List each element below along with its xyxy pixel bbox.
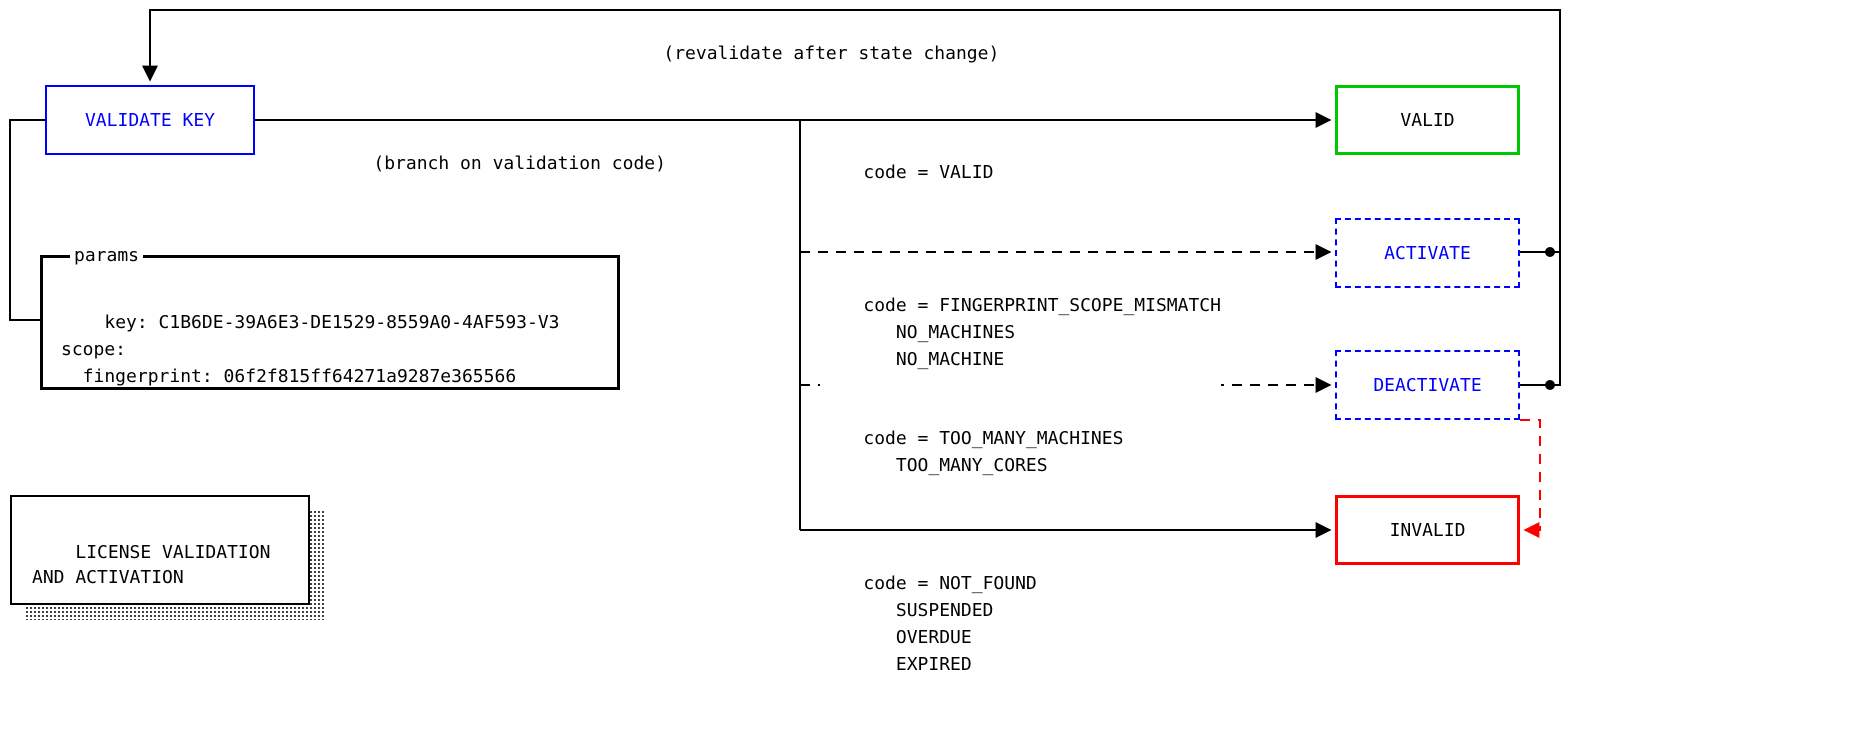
params-legend: params xyxy=(70,245,143,266)
edge-label-branch: (branch on validation code) xyxy=(330,132,666,195)
node-deactivate: DEACTIVATE xyxy=(1335,350,1520,420)
title-box: LICENSE VALIDATION AND ACTIVATION xyxy=(10,495,310,605)
title-text: LICENSE VALIDATION AND ACTIVATION xyxy=(32,542,270,588)
node-validate-key: VALIDATE KEY xyxy=(45,85,255,155)
node-valid: VALID xyxy=(1335,85,1520,155)
branch-code-valid: code = VALID xyxy=(820,132,993,213)
node-activate-label: ACTIVATE xyxy=(1384,243,1471,264)
diagram-canvas: VALIDATE KEY VALID ACTIVATE DEACTIVATE I… xyxy=(0,0,1850,730)
branch-code-activate: code = FINGERPRINT_SCOPE_MISMATCH NO_MAC… xyxy=(820,265,1221,400)
edge-label-revalidate: (revalidate after state change) xyxy=(620,22,999,85)
node-valid-label: VALID xyxy=(1400,110,1454,131)
node-deactivate-label: DEACTIVATE xyxy=(1373,375,1481,396)
branch-code-deactivate: code = TOO_MANY_MACHINES TOO_MANY_CORES xyxy=(820,398,1123,506)
branch-code-invalid: code = NOT_FOUND SUSPENDED OVERDUE EXPIR… xyxy=(820,543,1037,705)
params-box: key: C1B6DE-39A6E3-DE1529-8559A0-4AF593-… xyxy=(40,255,620,390)
node-invalid: INVALID xyxy=(1335,495,1520,565)
node-validate-key-label: VALIDATE KEY xyxy=(85,110,215,131)
node-invalid-label: INVALID xyxy=(1390,520,1466,541)
node-activate: ACTIVATE xyxy=(1335,218,1520,288)
params-body: key: C1B6DE-39A6E3-DE1529-8559A0-4AF593-… xyxy=(61,312,560,387)
